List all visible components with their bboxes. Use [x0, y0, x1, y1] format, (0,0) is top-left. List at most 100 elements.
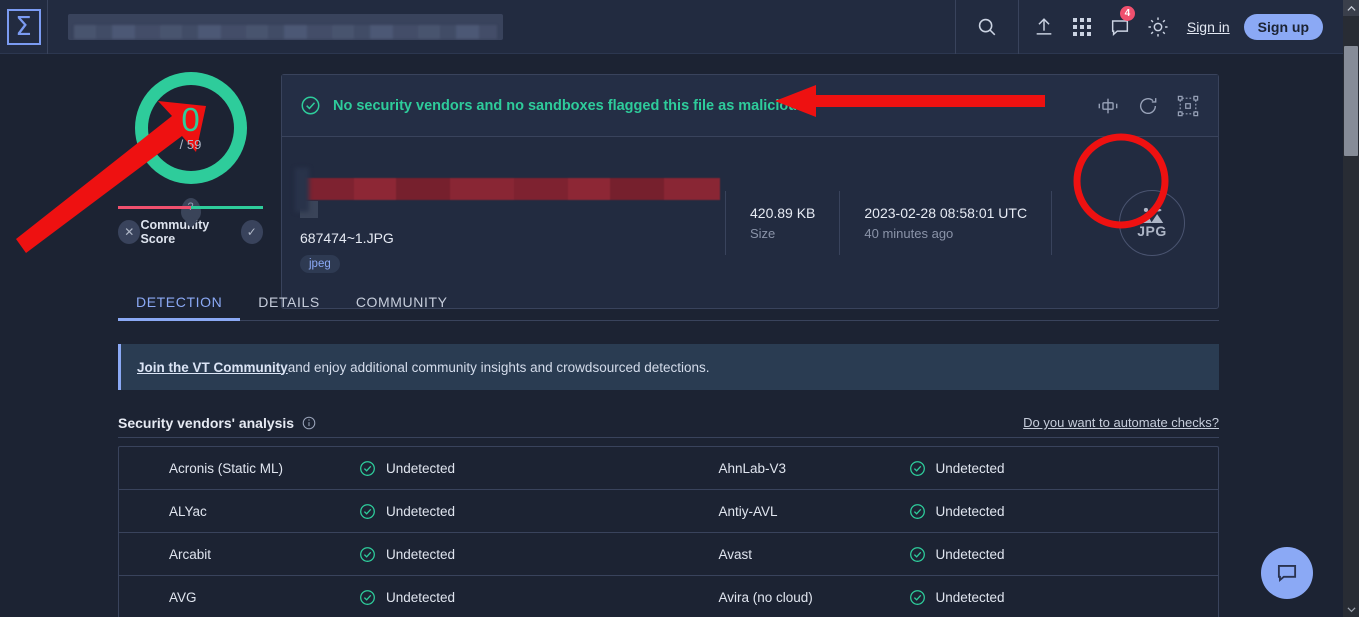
chevron-up-icon [1346, 5, 1356, 11]
floating-chat-button[interactable] [1261, 547, 1313, 599]
vt-graph-icon [1177, 95, 1199, 116]
vendor-status-text: Undetected [935, 589, 1005, 605]
join-vt-community-link[interactable]: Join the VT Community [137, 360, 288, 375]
check-circle-icon [301, 96, 320, 115]
search-bar-region[interactable] [48, 0, 955, 54]
vendor-name: Avira (no cloud) [718, 589, 813, 605]
header-icon-group: 4 Sign in Sign up [1019, 0, 1343, 54]
vendor-status: Undetected [359, 546, 455, 563]
scroll-up-button[interactable] [1343, 0, 1359, 16]
vendor-name: Arcabit [169, 546, 212, 562]
vendors-section-title: Security vendors' analysis [118, 414, 295, 431]
scroll-down-button[interactable] [1343, 601, 1359, 617]
check-circle-icon [909, 546, 926, 563]
vendors-table: Acronis (Static ML) Undetected AhnLab-V3… [118, 446, 1219, 617]
vendor-cell-right: Avast Undetected [669, 533, 1219, 575]
detection-count: 0 [181, 101, 200, 138]
check-circle-icon [359, 503, 376, 520]
apps-grid-icon [1072, 17, 1091, 36]
scrollbar-track[interactable] [1343, 16, 1359, 601]
check-circle-icon [359, 546, 376, 563]
table-row: Arcabit Undetected Avast Undetected [119, 533, 1218, 576]
vendor-status-text: Undetected [386, 546, 456, 562]
vendor-status-text: Undetected [935, 546, 1005, 562]
join-community-banner: Join the VT Community and enjoy addition… [118, 344, 1219, 390]
upload-button[interactable] [1025, 0, 1063, 54]
theme-sun-icon [1148, 16, 1168, 37]
vendor-name: Avast [718, 546, 753, 562]
page-scrollbar[interactable] [1343, 0, 1359, 617]
tab-details[interactable]: DETAILS [240, 294, 338, 320]
search-button[interactable] [956, 0, 1018, 54]
community-score-downvote-button[interactable]: ✕ [118, 220, 141, 244]
tab-detection[interactable]: DETECTION [118, 294, 241, 321]
search-icon [978, 18, 996, 35]
sign-up-button[interactable]: Sign up [1243, 13, 1323, 40]
theme-toggle-button[interactable] [1139, 0, 1177, 54]
community-score-negative-bar [118, 206, 191, 209]
vendor-cell-right: Antiy-AVL Undetected [669, 490, 1219, 532]
check-circle-icon [909, 589, 926, 606]
vt-logo[interactable]: Σ [0, 0, 48, 54]
notifications-button[interactable]: 4 [1101, 0, 1139, 54]
vendor-cell-left: ALYac Undetected [119, 490, 669, 532]
vendor-cell-right: AhnLab-V3 Undetected [669, 447, 1219, 489]
similar-files-button[interactable] [1096, 94, 1120, 118]
vendor-cell-left: Arcabit Undetected [119, 533, 669, 575]
logo-glyph: Σ [15, 11, 32, 42]
vendor-status: Undetected [909, 589, 1005, 606]
vendor-status-text: Undetected [935, 460, 1005, 476]
vendor-name: ALYac [169, 503, 207, 519]
file-size-value: 420.89 KB [750, 205, 816, 221]
file-tag-jpeg[interactable]: jpeg [300, 254, 340, 273]
chat-bubble-icon [1277, 565, 1297, 583]
vendor-name: AVG [169, 589, 197, 605]
file-identity-column: 687474~1.JPG jpeg [300, 174, 725, 273]
vendor-status: Undetected [909, 546, 1005, 563]
vendor-status-text: Undetected [386, 503, 456, 519]
table-row: ALYac Undetected Antiy-AVL Undetected [119, 490, 1218, 533]
scrollbar-thumb[interactable] [1344, 46, 1358, 156]
file-type-badge: JPG [1104, 175, 1200, 271]
community-score-bar [118, 206, 263, 209]
automate-checks-link[interactable]: Do you want to automate checks? [1023, 415, 1219, 430]
community-score-widget: ? ✕ Community Score ✓ [118, 198, 263, 246]
sign-in-link[interactable]: Sign in [1187, 19, 1230, 35]
detection-gauge-column: 0 / 59 ? ✕ Community Score ✓ [118, 64, 263, 246]
check-circle-icon [359, 589, 376, 606]
info-icon[interactable] [302, 416, 316, 430]
detection-total: / 59 [179, 137, 202, 152]
check-circle-icon [909, 460, 926, 477]
vendor-status-text: Undetected [935, 503, 1005, 519]
app-header: Σ 4 Sign in Sign up [0, 0, 1343, 54]
verdict-banner: No security vendors and no sandboxes fla… [282, 75, 1218, 137]
detection-gauge: 0 / 59 [134, 72, 247, 184]
file-summary-section: 0 / 59 ? ✕ Community Score ✓ [0, 54, 1343, 309]
analysis-date-value: 2023-02-28 08:58:01 UTC [864, 205, 1028, 221]
apps-button[interactable] [1063, 0, 1101, 54]
vendor-cell-left: Acronis (Static ML) Undetected [119, 447, 669, 489]
vendor-status: Undetected [909, 503, 1005, 520]
vendor-status: Undetected [359, 503, 455, 520]
page-viewport: Σ 4 Sign in Sign up 0 / 59 ✕ Community S… [0, 0, 1343, 617]
vt-graph-button[interactable] [1176, 94, 1200, 118]
reanalyze-icon [1140, 97, 1157, 114]
meta-separator-3 [1051, 191, 1053, 255]
community-score-tooltip-marker[interactable]: ? [180, 198, 201, 222]
vendor-status: Undetected [909, 460, 1005, 477]
check-circle-icon [909, 503, 926, 520]
community-score-upvote-button[interactable]: ✓ [240, 220, 263, 244]
vendor-cell-right: Avira (no cloud) Undetected [669, 576, 1219, 617]
check-circle-icon [359, 460, 376, 477]
file-hash-redacted[interactable] [300, 177, 720, 200]
file-size-block: 420.89 KB Size [726, 205, 839, 241]
reanalyze-button[interactable] [1136, 94, 1160, 118]
search-input[interactable] [68, 13, 503, 40]
notification-badge: 4 [1119, 5, 1135, 21]
vendor-status-text: Undetected [386, 460, 456, 476]
vendors-section-header: Security vendors' analysis Do you want t… [118, 408, 1219, 438]
verdict-text: No security vendors and no sandboxes fla… [333, 97, 806, 114]
chevron-down-icon [1346, 606, 1356, 612]
card-action-group [1096, 94, 1200, 118]
tab-community[interactable]: COMMUNITY [338, 294, 466, 320]
